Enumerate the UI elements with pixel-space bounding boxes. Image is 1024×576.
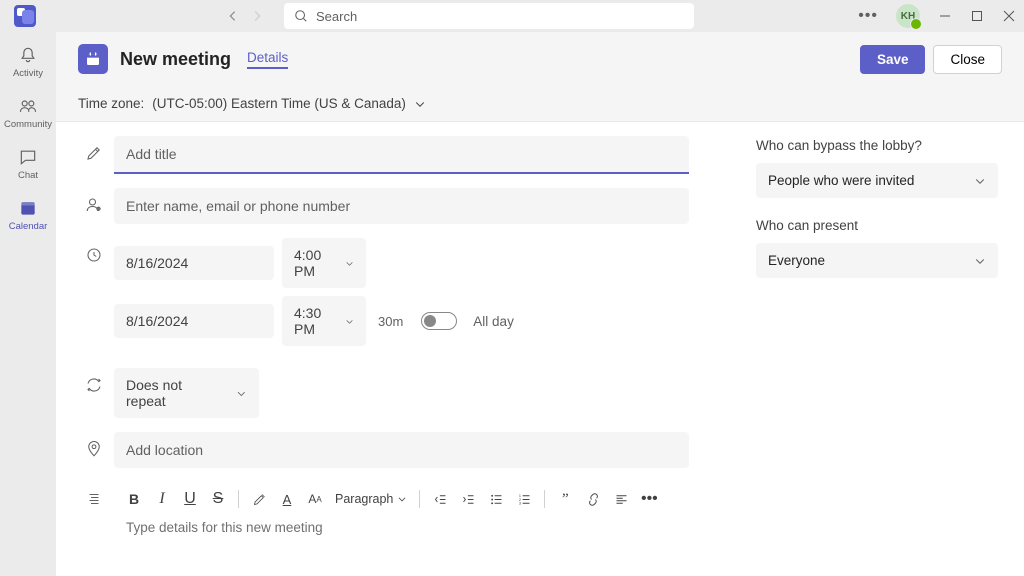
present-label: Who can present <box>756 218 1002 233</box>
chevron-down-icon <box>397 494 407 504</box>
search-input[interactable]: Search <box>284 3 694 29</box>
recurrence-select[interactable]: Does not repeat <box>114 368 259 418</box>
people-icon <box>17 95 39 117</box>
attendees-icon <box>74 188 114 214</box>
tab-details[interactable]: Details <box>247 50 288 69</box>
close-button[interactable]: Close <box>933 45 1002 74</box>
forward-icon[interactable] <box>250 9 264 23</box>
chevron-down-icon <box>974 175 986 187</box>
chevron-down-icon <box>236 388 247 399</box>
indent-icon[interactable] <box>460 491 476 507</box>
strike-icon[interactable]: S <box>210 491 226 507</box>
rail-activity[interactable]: Activity <box>0 40 56 83</box>
search-placeholder: Search <box>316 9 357 24</box>
svg-text:3: 3 <box>519 501 521 505</box>
location-input[interactable] <box>114 432 689 468</box>
rail-community[interactable]: Community <box>0 91 56 134</box>
chat-icon <box>17 146 39 168</box>
details-editor[interactable]: Type details for this new meeting <box>114 516 726 576</box>
minimize-icon[interactable] <box>938 9 952 23</box>
back-icon[interactable] <box>226 9 240 23</box>
page-title: New meeting <box>120 49 231 70</box>
rail-chat[interactable]: Chat <box>0 142 56 185</box>
more-icon[interactable]: ••• <box>858 7 878 25</box>
meeting-form: 8/16/2024 4:00 PM 8/16/2024 4:30 PM 30m … <box>56 122 756 576</box>
chevron-down-icon <box>345 258 354 269</box>
meeting-thumb-icon <box>78 44 108 74</box>
paragraph-select[interactable]: Paragraph <box>335 492 407 506</box>
outdent-icon[interactable] <box>432 491 448 507</box>
duration-label: 30m <box>378 314 403 329</box>
title-input[interactable] <box>114 136 689 174</box>
numbered-list-icon[interactable]: 123 <box>516 491 532 507</box>
allday-toggle[interactable] <box>421 312 457 330</box>
present-select[interactable]: Everyone <box>756 243 998 278</box>
end-date-input[interactable]: 8/16/2024 <box>114 304 274 338</box>
bulleted-list-icon[interactable] <box>488 491 504 507</box>
timezone-selector[interactable]: Time zone: (UTC-05:00) Eastern Time (US … <box>56 86 1024 122</box>
location-icon <box>74 432 114 458</box>
chevron-down-icon <box>414 98 426 110</box>
italic-icon[interactable]: I <box>154 491 170 507</box>
meeting-options-panel: Who can bypass the lobby? People who wer… <box>756 122 1024 576</box>
bell-icon <box>17 44 39 66</box>
overflow-icon[interactable]: ••• <box>641 491 657 507</box>
title-bar: Search ••• KH <box>0 0 1024 32</box>
recurrence-icon <box>74 368 114 394</box>
search-icon <box>294 9 308 23</box>
chevron-down-icon <box>345 316 354 327</box>
font-size-icon[interactable]: AA <box>307 491 323 507</box>
maximize-icon[interactable] <box>970 9 984 23</box>
end-time-input[interactable]: 4:30 PM <box>282 296 366 346</box>
rail-calendar[interactable]: Calendar <box>0 193 56 236</box>
teams-logo-icon <box>14 5 36 27</box>
chevron-down-icon <box>974 255 986 267</box>
pencil-icon <box>74 136 114 162</box>
avatar[interactable]: KH <box>896 4 920 28</box>
align-icon[interactable] <box>613 491 629 507</box>
lobby-label: Who can bypass the lobby? <box>756 138 1002 153</box>
quote-icon[interactable]: ” <box>557 491 573 507</box>
clock-icon <box>74 238 114 264</box>
rte-toolbar: B I U S A AA Paragraph <box>114 482 726 516</box>
save-button[interactable]: Save <box>860 45 926 74</box>
highlight-icon[interactable] <box>251 491 267 507</box>
app-rail: Activity Community Chat Calendar <box>0 32 56 576</box>
lobby-select[interactable]: People who were invited <box>756 163 998 198</box>
start-time-input[interactable]: 4:00 PM <box>282 238 366 288</box>
close-window-icon[interactable] <box>1002 9 1016 23</box>
attendees-input[interactable] <box>114 188 689 224</box>
allday-label: All day <box>473 314 514 329</box>
page-header: New meeting Details Save Close <box>56 32 1024 86</box>
link-icon[interactable] <box>585 491 601 507</box>
description-icon <box>74 482 114 508</box>
font-color-icon[interactable]: A <box>279 491 295 507</box>
underline-icon[interactable]: U <box>182 491 198 507</box>
bold-icon[interactable]: B <box>126 491 142 507</box>
calendar-icon <box>17 197 39 219</box>
start-date-input[interactable]: 8/16/2024 <box>114 246 274 280</box>
